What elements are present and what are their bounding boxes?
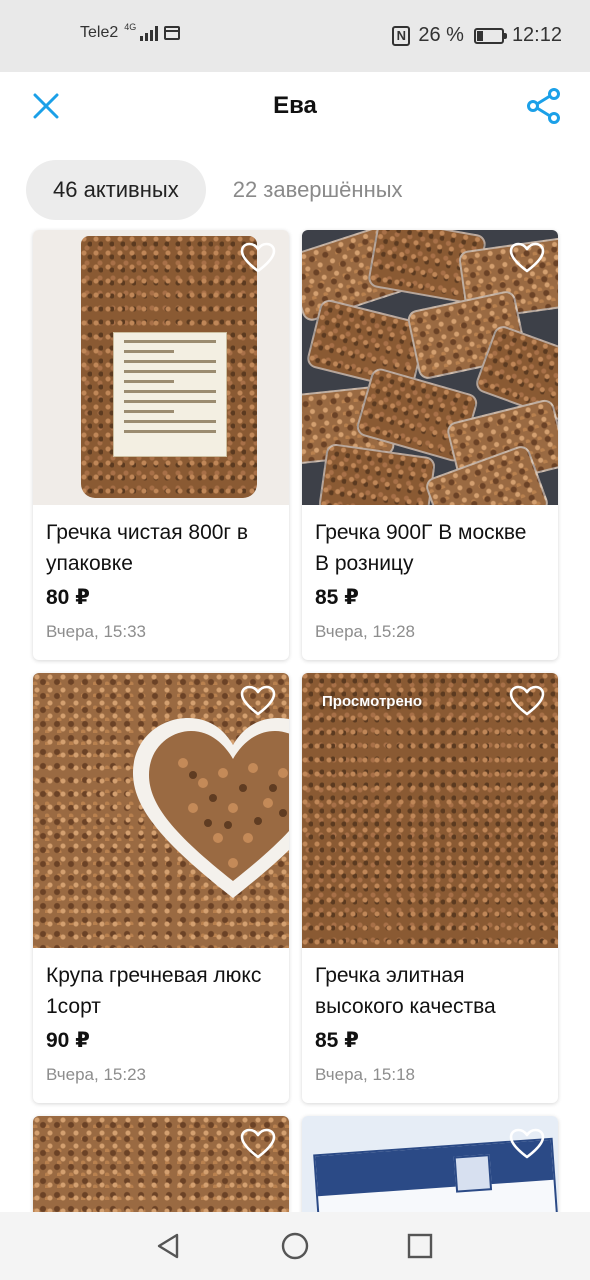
favorite-heart-icon[interactable] [509, 685, 545, 717]
listing-card[interactable]: Гречка 900Г В москве В розницу 85 ₽ Вчер… [302, 230, 558, 660]
status-right: N 26 % 12:12 [392, 24, 562, 47]
back-triangle-icon [157, 1233, 179, 1259]
favorite-heart-icon[interactable] [240, 685, 276, 717]
tab-active-listings[interactable]: 46 активных [26, 160, 206, 220]
listing-title: Гречка элитная высокого качества [315, 964, 496, 1018]
signal-icon [140, 25, 159, 41]
viewed-badge: Просмотрено [322, 693, 423, 710]
network-type: 4G [124, 21, 137, 32]
status-left: Tele2 4G [80, 21, 181, 42]
listing-date: Вчера, 15:33 [46, 622, 146, 641]
listing-photo [33, 230, 289, 505]
clock: 12:12 [511, 24, 562, 46]
listing-price: 85 ₽ [315, 1029, 359, 1052]
favorite-heart-icon[interactable] [509, 1128, 545, 1160]
share-icon [527, 88, 560, 124]
favorite-heart-icon[interactable] [509, 242, 545, 274]
listing-card[interactable]: Просмотрено Гречка элитная высокого каче… [302, 673, 558, 1103]
carrier-name: Tele2 [80, 24, 119, 41]
listing-photo: Просмотрено [302, 673, 558, 948]
system-nav-bar [0, 1212, 590, 1280]
package-label-image [113, 332, 227, 457]
listing-card[interactable]: Крупа гречневая люкс 1сорт 90 ₽ Вчера, 1… [33, 673, 289, 1103]
share-button[interactable] [524, 84, 564, 128]
recents-button[interactable] [404, 1230, 436, 1262]
battery-icon [473, 27, 507, 44]
home-circle-icon [281, 1232, 309, 1260]
listing-date: Вчера, 15:28 [315, 622, 415, 641]
listing-price: 90 ₽ [46, 1029, 90, 1052]
listing-title: Гречка чистая 800г в упаковке [46, 521, 249, 575]
calendar-icon [164, 26, 181, 40]
listing-price: 85 ₽ [315, 586, 359, 609]
listing-title: Крупа гречневая люкс 1сорт [46, 964, 262, 1018]
listing-date: Вчера, 15:18 [315, 1065, 415, 1084]
tab-completed-listings[interactable]: 22 завершённых [206, 160, 430, 220]
home-button[interactable] [279, 1230, 311, 1262]
listing-title: Гречка 900Г В москве В розницу [315, 521, 527, 575]
listing-date: Вчера, 15:23 [46, 1065, 146, 1084]
favorite-heart-icon[interactable] [240, 1128, 276, 1160]
listing-photo [33, 673, 289, 948]
favorite-heart-icon[interactable] [240, 242, 276, 274]
listing-price: 80 ₽ [46, 586, 90, 609]
battery-percent: 26 % [418, 24, 464, 46]
status-bar: Tele2 4G N 26 % 12:12 [0, 0, 590, 72]
recents-square-icon [407, 1233, 433, 1259]
heart-bowl-image [133, 718, 289, 898]
listing-tabs: 46 активных 22 завершённых [26, 160, 430, 220]
back-button[interactable] [152, 1230, 184, 1262]
page-title: Ева [273, 92, 317, 119]
listing-photo [302, 230, 558, 505]
listing-card[interactable]: Гречка чистая 800г в упаковке 80 ₽ Вчера… [33, 230, 289, 660]
nfc-icon: N [392, 25, 411, 46]
app-header: Ева [0, 72, 590, 140]
